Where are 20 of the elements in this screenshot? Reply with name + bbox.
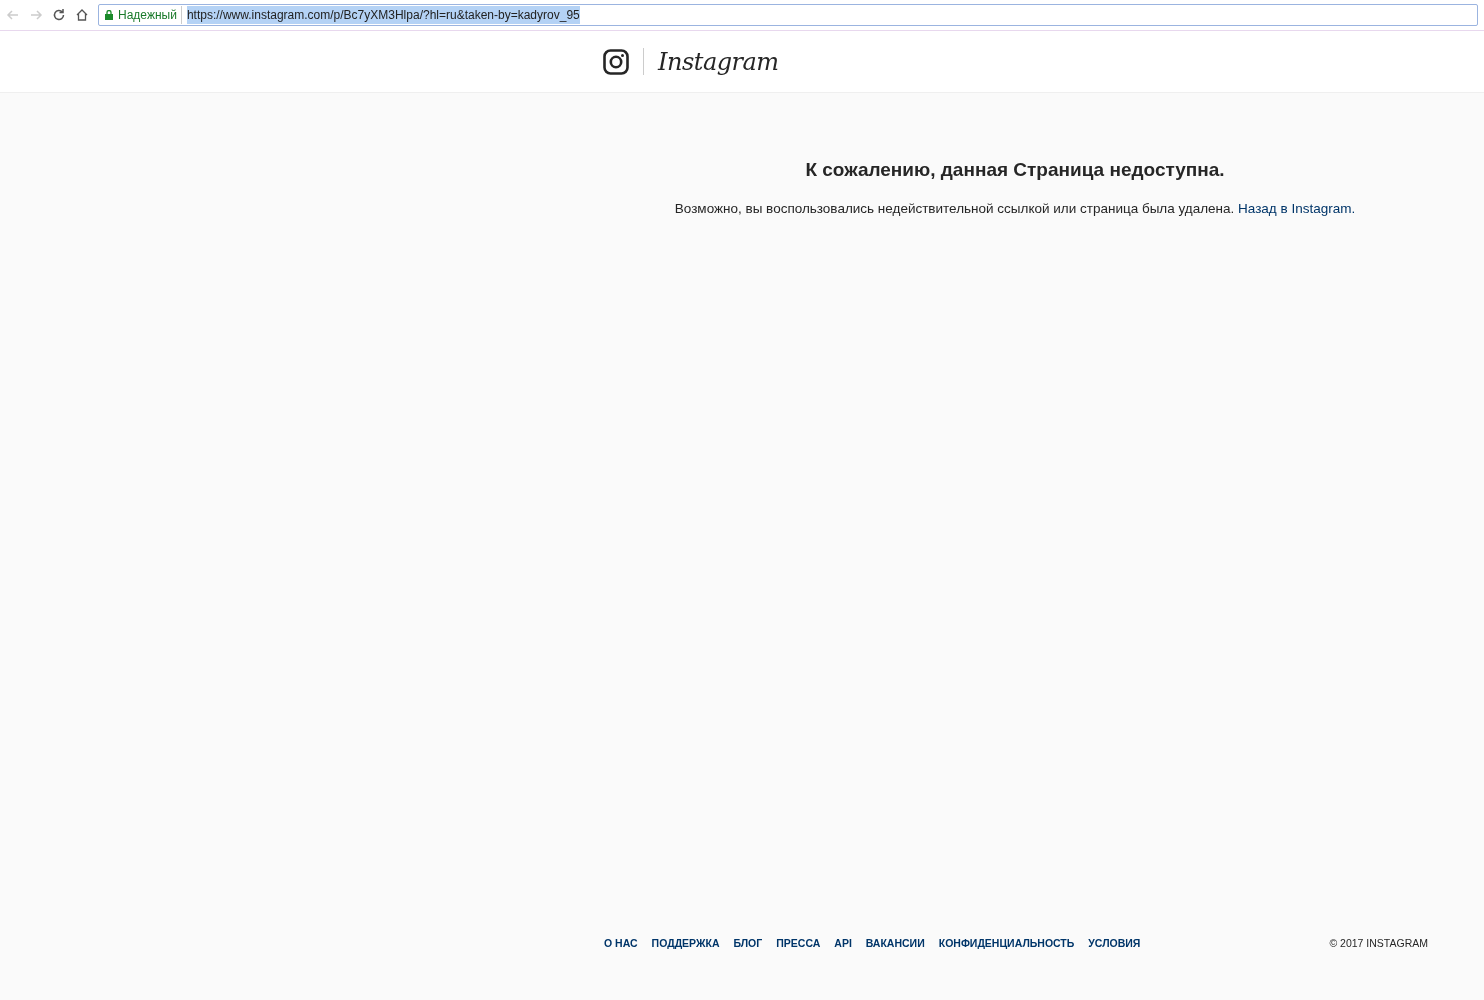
lock-icon <box>105 10 113 20</box>
reload-icon[interactable] <box>52 8 66 22</box>
instagram-wordmark[interactable]: Instagram <box>658 43 779 80</box>
security-label: Надежный <box>118 6 182 24</box>
error-title: К сожалению, данная Страница недоступна. <box>805 158 1225 182</box>
footer-link[interactable]: ПРЕССА <box>776 936 821 952</box>
footer-link[interactable]: БЛОГ <box>733 936 763 952</box>
footer-link[interactable]: КОНФИДЕНЦИАЛЬНОСТЬ <box>938 936 1075 952</box>
footer-link[interactable]: ВАКАНСИИ <box>865 936 925 952</box>
copyright: © 2017 INSTAGRAM <box>1329 936 1428 951</box>
footer-link[interactable]: ПОДДЕРЖКА <box>651 936 720 952</box>
footer-link[interactable]: УСЛОВИЯ <box>1088 936 1141 952</box>
error-message: Возможно, вы воспользовались недействительной ссылкой или страница была удалена. Назад в Instagram. <box>674 199 1356 218</box>
url-text[interactable]: https://www.instagram.com/p/Bc7yXM3Hlpa/?hl=ru&taken-by=kadyrov_95 <box>186 6 580 24</box>
footer-link[interactable]: О НАС <box>604 936 638 952</box>
camera-icon[interactable] <box>603 48 629 75</box>
back-link[interactable]: Назад в Instagram. <box>1238 200 1356 216</box>
address-bar[interactable]: Надежный https://www.instagram.com/p/Bc7yXM3Hlpa/?hl=ru&taken-by=kadyrov_95 <box>98 4 1478 26</box>
home-icon[interactable] <box>75 8 89 22</box>
footer-link[interactable]: API <box>834 936 852 952</box>
